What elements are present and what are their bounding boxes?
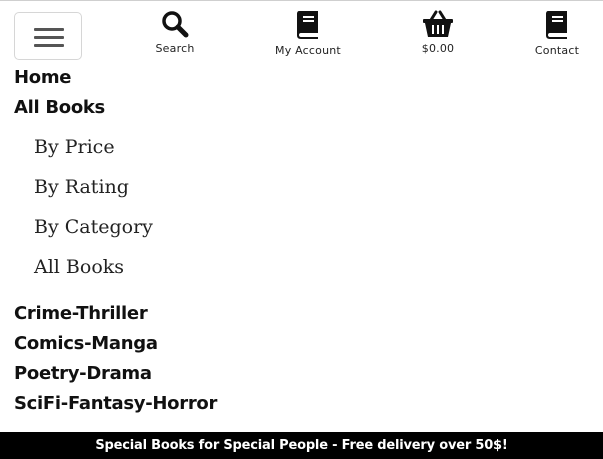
menu-toggle-button[interactable] — [14, 12, 82, 60]
book-icon — [546, 11, 567, 39]
my-account-label: My Account — [275, 44, 341, 57]
promo-banner: Special Books for Special People - Free … — [0, 432, 603, 459]
nav-comics-manga[interactable]: Comics-Manga — [14, 333, 217, 363]
dropdown-item-by-rating[interactable]: By Rating — [14, 177, 217, 217]
contact-link[interactable]: Contact — [502, 10, 603, 57]
dropdown-item-by-category[interactable]: By Category — [14, 217, 217, 257]
nav-poetry-drama[interactable]: Poetry-Drama — [14, 363, 217, 393]
nav-scifi-fantasy-horror[interactable]: SciFi-Fantasy-Horror — [14, 393, 217, 423]
book-icon — [297, 11, 318, 39]
search-link[interactable]: Search — [120, 10, 230, 55]
all-books-dropdown: By Price By Rating By Category All Books — [14, 137, 217, 297]
basket-link[interactable]: $0.00 — [383, 10, 493, 55]
nav-all-books[interactable]: All Books — [14, 97, 217, 127]
hamburger-icon — [34, 28, 64, 31]
search-label: Search — [155, 42, 195, 55]
main-nav: Home All Books By Price By Rating By Cat… — [14, 67, 217, 423]
search-icon — [162, 11, 189, 38]
top-border — [0, 0, 603, 1]
dropdown-item-by-price[interactable]: By Price — [14, 137, 217, 177]
basket-total: $0.00 — [421, 42, 455, 55]
nav-crime-thriller[interactable]: Crime-Thriller — [14, 303, 217, 333]
contact-label: Contact — [534, 44, 580, 57]
dropdown-item-all-books[interactable]: All Books — [14, 257, 217, 297]
basket-icon — [423, 10, 453, 37]
nav-home[interactable]: Home — [14, 67, 217, 97]
my-account-link[interactable]: My Account — [253, 10, 363, 57]
